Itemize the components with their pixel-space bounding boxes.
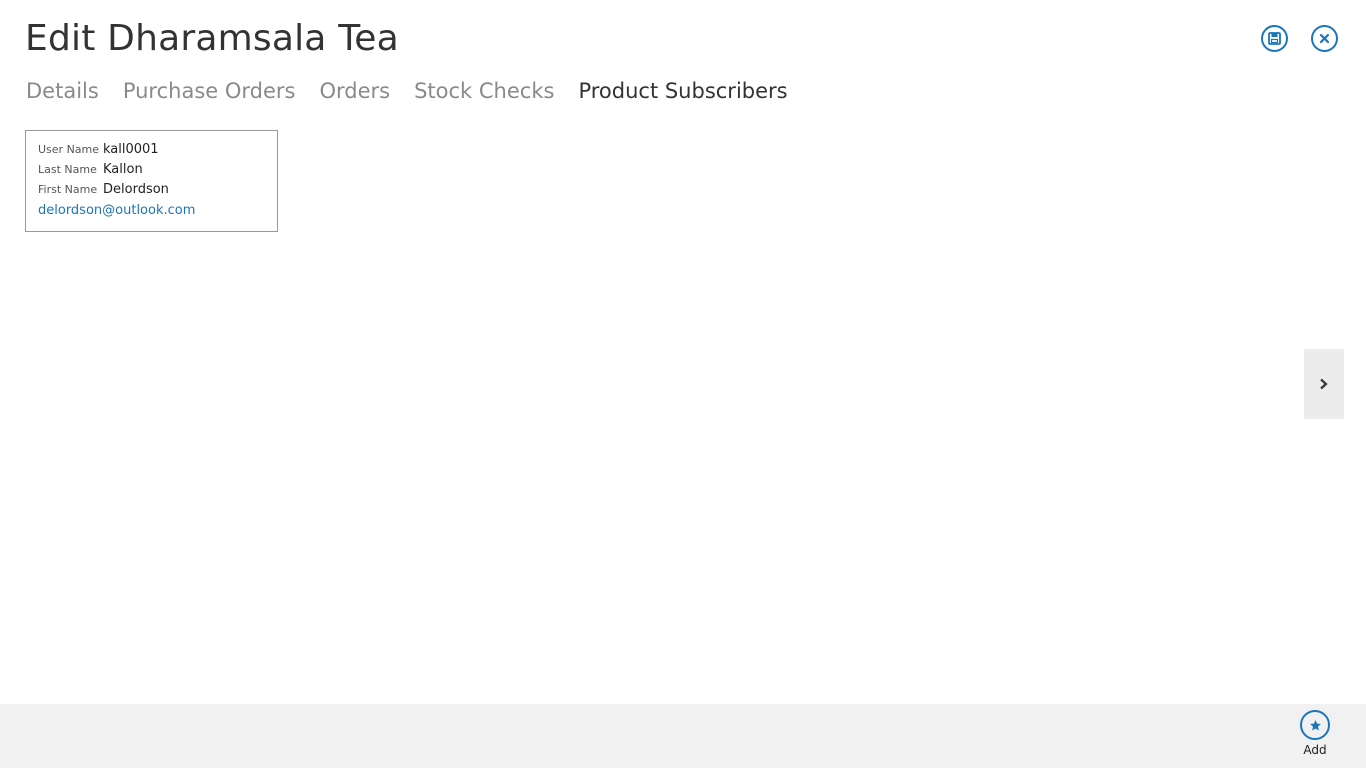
tab-purchase-orders[interactable]: Purchase Orders <box>123 76 296 106</box>
close-icon <box>1319 33 1330 44</box>
add-label: Add <box>1303 743 1327 757</box>
add-button[interactable]: Add <box>1295 710 1335 757</box>
page-title: Edit Dharamsala Tea <box>25 18 399 59</box>
first-name-value: Delordson <box>103 182 169 197</box>
tab-stock-checks[interactable]: Stock Checks <box>414 76 554 106</box>
command-bar: Add <box>0 704 1366 768</box>
add-icon-circle <box>1300 710 1330 740</box>
chevron-right-icon <box>1320 378 1328 390</box>
close-button[interactable] <box>1311 25 1338 52</box>
subscriber-card[interactable]: User Name kall0001 Last Name Kallon Firs… <box>25 130 278 232</box>
last-name-row: Last Name Kallon <box>38 162 277 182</box>
last-name-value: Kallon <box>103 162 143 177</box>
email-link[interactable]: delordson@outlook.com <box>38 203 277 218</box>
first-name-label: First Name <box>38 183 98 196</box>
user-name-label: User Name <box>38 143 100 156</box>
save-icon <box>1268 32 1281 45</box>
first-name-row: First Name Delordson <box>38 182 277 202</box>
user-name-row: User Name kall0001 <box>38 142 277 162</box>
next-page-button[interactable] <box>1304 349 1344 419</box>
tab-bar: Details Purchase Orders Orders Stock Che… <box>26 76 812 106</box>
last-name-label: Last Name <box>38 163 97 176</box>
save-button[interactable] <box>1261 25 1288 52</box>
tab-orders[interactable]: Orders <box>319 76 390 106</box>
user-name-value: kall0001 <box>103 142 159 157</box>
star-icon <box>1309 719 1321 730</box>
edit-product-page: Edit Dharamsala Tea Details Purchase Ord… <box>0 0 1366 768</box>
tab-product-subscribers[interactable]: Product Subscribers <box>578 76 787 106</box>
tab-details[interactable]: Details <box>26 76 99 106</box>
